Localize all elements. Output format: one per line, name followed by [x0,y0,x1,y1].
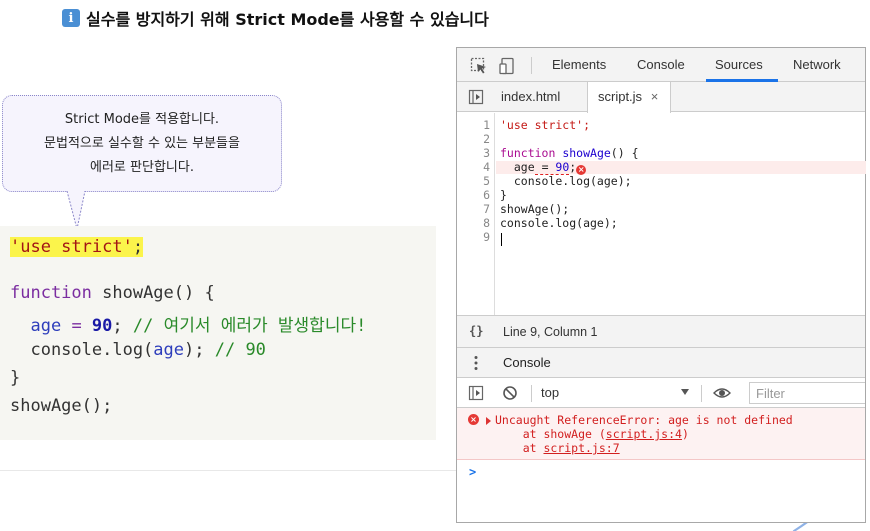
page-title: i 실수를 방지하기 위해 Strict Mode를 사용할 수 있습니다 [62,6,489,30]
device-toolbar-icon[interactable] [499,57,517,75]
bubble-line-1: Strict Mode를 적용합니다. [64,112,220,127]
bubble-tail [66,191,86,230]
line-number: 4 [483,160,490,174]
editor-status-bar: {} Line 9, Column 1 [457,315,865,348]
bubble-line-2: 문법적으로 실수할 수 있는 부분들을 [44,136,240,151]
code-line-1: 'use strict'; [10,237,144,257]
live-expression-eye-icon[interactable] [713,385,731,401]
close-icon[interactable]: × [651,89,659,104]
code-line-4: console.log(age); // 90 [10,340,266,360]
cursor-position: Line 9, Column 1 [503,325,598,339]
tab-network[interactable]: Network [793,48,841,82]
devtools-toolbar: Elements Console Sources Network [457,48,865,82]
info-icon: i [62,9,80,27]
line-number: 5 [483,174,490,188]
speech-bubble: Strict Mode를 적용합니다. 문법적으로 실수할 수 있는 부분들을 … [2,95,282,192]
editor-line-1: 'use strict'; [500,118,591,132]
line-number: 8 [483,216,490,230]
line-number: 3 [483,146,490,160]
editor-line-6: } [500,188,507,202]
code-line-6: showAge(); [10,396,113,416]
drawer-tab-console[interactable]: Console [503,348,551,378]
inspect-element-icon[interactable] [470,57,488,75]
line-number: 7 [483,202,490,216]
console-prompt[interactable]: > [469,465,476,479]
code-line-2: function showAge() { [10,283,215,303]
source-link-line-4[interactable]: script.js:4 [606,427,682,441]
tab-elements[interactable]: Elements [552,48,606,82]
toolbar-separator [531,57,532,74]
stack-frame-1: at showAge (script.js:4) [495,427,689,441]
line-number: 9 [483,230,490,244]
page-title-text: 실수를 방지하기 위해 Strict Mode를 사용할 수 있습니다 [86,10,489,29]
divider [0,470,456,471]
line-gutter: 1 2 3 4 5 6 7 8 9 [457,113,495,315]
toolbar-separator [701,385,702,402]
stack-frame-2: at script.js:7 [495,441,620,455]
console-toolbar: top [457,378,865,408]
editor-line-3: function showAge() { [500,146,639,160]
text-cursor [501,233,502,246]
console-error-message: × Uncaught ReferenceError: age is not de… [457,408,865,460]
pretty-print-icon[interactable]: {} [469,324,483,338]
line-number: 2 [483,132,490,146]
filter-input[interactable] [756,383,856,403]
devtools-panel: Elements Console Sources Network index.h… [456,47,866,523]
editor-line-8: console.log(age); [500,216,618,230]
code-line-5: } [10,368,21,388]
tab-sources[interactable]: Sources [715,48,763,82]
error-text: Uncaught ReferenceError: age is not defi… [495,413,793,427]
chevron-down-icon[interactable] [681,389,689,395]
editor-line-4: age = 90; × [513,160,587,175]
editor-line-5: console.log(age); [500,174,632,188]
file-tabs: index.html script.js × [457,82,865,113]
code-line-3: age = 90; // 여기서 에러가 발생합니다! [30,316,367,336]
context-selector[interactable]: top [541,378,559,408]
more-options-icon[interactable] [474,355,478,371]
file-tab-script-label: script.js [598,89,643,104]
clear-console-icon[interactable] [502,385,518,401]
expand-triangle-icon[interactable] [486,417,491,425]
drawer-tabs: Console [457,348,865,378]
file-tab-index[interactable]: index.html [501,82,560,112]
line-number: 6 [483,188,490,202]
tab-console[interactable]: Console [637,48,685,82]
source-link-line-7[interactable]: script.js:7 [543,441,619,455]
show-sidebar-icon[interactable] [468,385,484,401]
error-icon: × [468,414,479,425]
editor-line-7: showAge(); [500,202,570,216]
code-editor[interactable]: 1 2 3 4 5 6 7 8 9 'use strict'; function… [457,113,866,315]
toggle-navigator-icon[interactable] [468,89,484,105]
line-number: 1 [483,118,490,132]
filter-box [749,382,865,404]
code-example: 'use strict'; function showAge() { age =… [0,226,436,440]
file-tab-script[interactable]: script.js × [587,82,672,113]
toolbar-separator [531,385,532,402]
bubble-line-3: 에러로 판단합니다. [90,160,194,175]
